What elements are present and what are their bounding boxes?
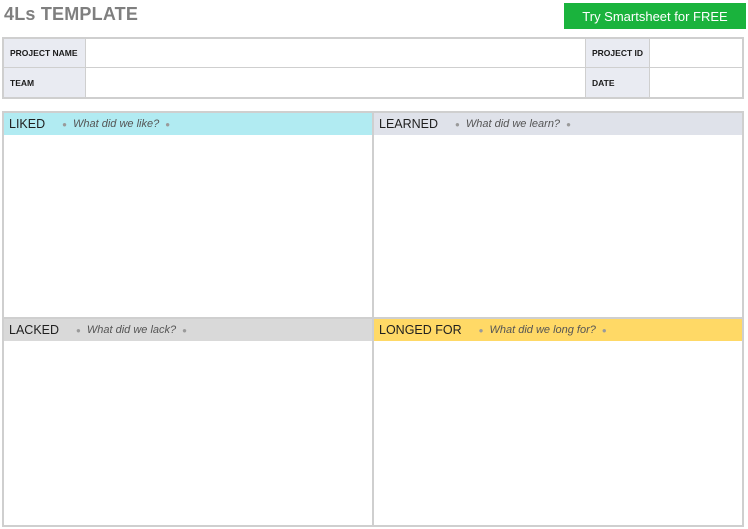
liked-section: LIKED ● What did we like? ● [4, 113, 374, 319]
project-id-field[interactable] [650, 39, 742, 68]
bullet-icon: ● [76, 325, 81, 335]
longed-for-prompt: What did we long for? [489, 324, 596, 336]
date-field[interactable] [650, 68, 742, 97]
bullet-icon: ● [566, 119, 571, 129]
longed-for-title: LONGED FOR [379, 323, 462, 337]
bullet-icon: ● [455, 119, 460, 129]
longed-for-section: LONGED FOR ● What did we long for? ● [374, 319, 742, 525]
date-label: DATE [586, 68, 650, 97]
project-id-label: PROJECT ID [586, 39, 650, 68]
learned-notes-area[interactable] [374, 135, 742, 317]
lacked-title: LACKED [9, 323, 60, 337]
team-label: TEAM [4, 68, 86, 97]
longed-for-header: LONGED FOR ● What did we long for? ● [374, 319, 742, 341]
bullet-icon: ● [478, 325, 484, 335]
project-info-table: PROJECT NAME PROJECT ID TEAM DATE [2, 37, 744, 99]
lacked-section: LACKED ● What did we lack? ● [4, 319, 374, 525]
learned-prompt: What did we learn? [465, 118, 561, 130]
try-smartsheet-button[interactable]: Try Smartsheet for FREE [564, 3, 746, 29]
liked-prompt: What did we like? [72, 118, 160, 130]
project-name-label: PROJECT NAME [4, 39, 86, 68]
liked-header: LIKED ● What did we like? ● [4, 113, 372, 135]
longed-for-notes-area[interactable] [374, 341, 742, 525]
learned-header: LEARNED ● What did we learn? ● [374, 113, 742, 135]
bullet-icon: ● [601, 325, 607, 335]
lacked-prompt: What did we lack? [86, 324, 177, 336]
team-field[interactable] [86, 68, 586, 97]
four-ls-grid: LIKED ● What did we like? ● LEARNED ● Wh… [2, 111, 744, 527]
learned-section: LEARNED ● What did we learn? ● [374, 113, 742, 319]
lacked-notes-area[interactable] [4, 341, 372, 525]
bullet-icon: ● [165, 119, 171, 129]
project-name-field[interactable] [86, 39, 586, 68]
liked-title: LIKED [9, 117, 46, 131]
page-title: 4Ls TEMPLATE [4, 4, 139, 24]
learned-title: LEARNED [379, 117, 439, 131]
lacked-header: LACKED ● What did we lack? ● [4, 319, 372, 341]
liked-notes-area[interactable] [4, 135, 372, 317]
bullet-icon: ● [182, 325, 187, 335]
bullet-icon: ● [62, 119, 67, 129]
